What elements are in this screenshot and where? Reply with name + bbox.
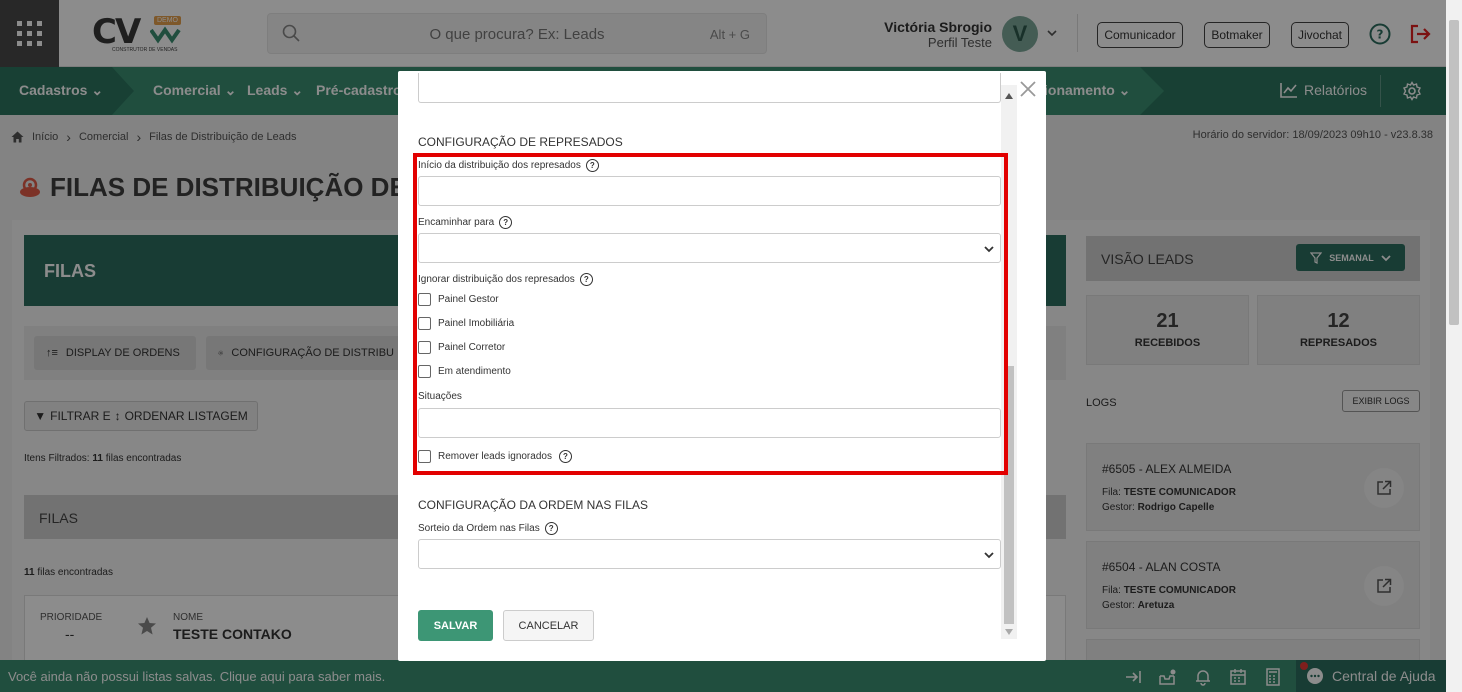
scroll-down-icon[interactable] <box>1005 629 1013 635</box>
help-icon[interactable]: ? <box>544 522 558 535</box>
close-icon[interactable] <box>1018 79 1038 99</box>
sorteio-select[interactable] <box>418 539 1001 569</box>
page-scrollbar-thumb[interactable] <box>1449 20 1459 325</box>
section-represados-title: CONFIGURAÇÃO DE REPRESADOS <box>418 135 623 149</box>
highlight-box <box>413 153 1008 475</box>
save-button[interactable]: SALVAR <box>418 610 493 641</box>
scroll-up-icon[interactable] <box>1005 93 1013 99</box>
section-ordem-title: CONFIGURAÇÃO DA ORDEM NAS FILAS <box>418 498 649 512</box>
cancel-button[interactable]: CANCELAR <box>503 610 594 641</box>
previous-field-input[interactable] <box>418 73 1001 103</box>
sorteio-label-text: Sorteio da Ordem nas Filas <box>418 523 540 534</box>
chevron-down-icon <box>984 552 994 559</box>
sorteio-label: Sorteio da Ordem nas Filas ? <box>418 522 558 535</box>
